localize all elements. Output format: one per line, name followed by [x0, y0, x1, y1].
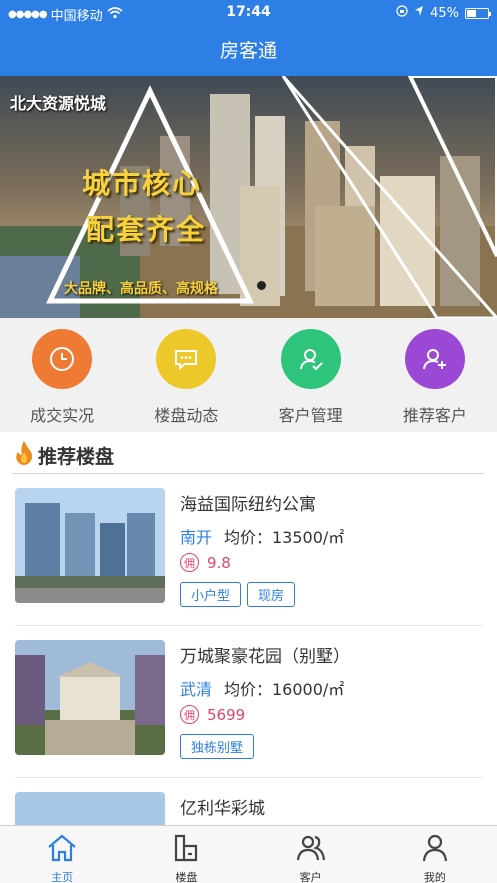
quick-item-label: 楼盘动态: [154, 406, 219, 425]
commission-badge: 佣: [180, 705, 199, 724]
building-icon: [170, 834, 202, 868]
status-right: 45%: [396, 5, 491, 21]
listing-tags: 小户型 现房: [180, 582, 296, 607]
tab-bar: 主页 楼盘 客户 我的: [0, 825, 497, 883]
app-screen: ●●●●● 中国移动 17:44 45% 房客通 北大资源悦城 城市核心 配套齐…: [0, 0, 497, 883]
commission-badge: 佣: [180, 553, 199, 572]
listing-price: 均价：16000/㎡: [224, 680, 345, 699]
rotation-lock-icon: [396, 5, 408, 21]
tab-label: 我的: [423, 871, 446, 883]
promo-banner[interactable]: 北大资源悦城 城市核心 配套齐全 大品牌、高品质、高规格: [0, 76, 497, 318]
tab-home[interactable]: 主页: [0, 826, 124, 883]
quick-item-recommend[interactable]: 推荐客户: [373, 318, 497, 432]
commission-value: 9.8: [207, 553, 231, 572]
status-bar: ●●●●● 中国移动 17:44 45%: [0, 0, 497, 26]
listing-commission: 佣 5699: [180, 705, 245, 724]
banner-headline-1: 城市核心: [82, 167, 203, 200]
listing-tag: 小户型: [180, 582, 242, 607]
clock-icon: [32, 329, 93, 389]
listing-tags: 独栋别墅: [180, 734, 255, 759]
tab-customers[interactable]: 客户: [249, 826, 373, 883]
page-title: 房客通: [219, 40, 277, 62]
tab-label: 楼盘: [175, 871, 198, 883]
listing-tag: 独栋别墅: [180, 734, 255, 759]
listing-item[interactable]: 亿利华彩城: [0, 778, 497, 825]
nav-bar: 房客通: [0, 26, 497, 76]
section-title: 推荐楼盘: [38, 446, 115, 468]
tab-buildings[interactable]: 楼盘: [124, 826, 248, 883]
user-add-icon: [404, 329, 465, 389]
listing-area: 武清: [180, 680, 213, 699]
battery-icon: [465, 7, 491, 19]
commission-value: 5699: [207, 705, 246, 724]
listing-name: 海益国际纽约公寓: [180, 495, 316, 515]
location-icon: [414, 5, 424, 21]
quick-menu: 成交实况 楼盘动态 客户管理 推荐客户: [0, 318, 497, 432]
listing-name: 万城聚豪花园（别墅）: [180, 647, 350, 667]
tab-label: 客户: [299, 871, 322, 883]
home-icon: [46, 834, 78, 868]
listing-image: [15, 640, 165, 755]
listing-name: 亿利华彩城: [180, 799, 265, 819]
quick-item-customers[interactable]: 客户管理: [249, 318, 373, 432]
banner-subline: 大品牌、高品质、高规格: [64, 281, 218, 297]
user-check-icon: [280, 329, 341, 389]
quick-item-label: 客户管理: [278, 406, 343, 425]
message-icon: [156, 329, 217, 389]
listing-image: [15, 792, 165, 825]
quick-item-label: 成交实况: [30, 406, 95, 425]
listing-image: [15, 488, 165, 603]
listing-tag: 现房: [247, 582, 296, 607]
listing-item[interactable]: 海益国际纽约公寓 南开 均价：13500/㎡ 佣 9.8 小户型 现房: [0, 474, 497, 626]
section-header: 推荐楼盘: [0, 432, 497, 474]
customers-icon: [295, 835, 327, 868]
banner-headline-2: 配套齐全: [86, 213, 207, 246]
profile-icon: [419, 834, 451, 868]
quick-item-news[interactable]: 楼盘动态: [124, 318, 248, 432]
quick-item-label: 推荐客户: [402, 406, 467, 425]
battery-level: [467, 9, 476, 17]
battery-percent: 45%: [430, 5, 459, 21]
quick-item-deals[interactable]: 成交实况: [0, 318, 124, 432]
banner-brand: 北大资源悦城: [10, 94, 107, 113]
tab-profile[interactable]: 我的: [373, 826, 497, 883]
flame-icon: [14, 440, 34, 470]
listing-area: 南开: [180, 528, 213, 547]
banner-page-indicator[interactable]: [257, 281, 266, 290]
listing-item[interactable]: 万城聚豪花园（别墅） 武清 均价：16000/㎡ 佣 5699 独栋别墅: [0, 626, 497, 778]
listing-price: 均价：13500/㎡: [224, 528, 345, 547]
listing-commission: 佣 9.8: [180, 553, 231, 572]
tab-label: 主页: [51, 871, 74, 883]
